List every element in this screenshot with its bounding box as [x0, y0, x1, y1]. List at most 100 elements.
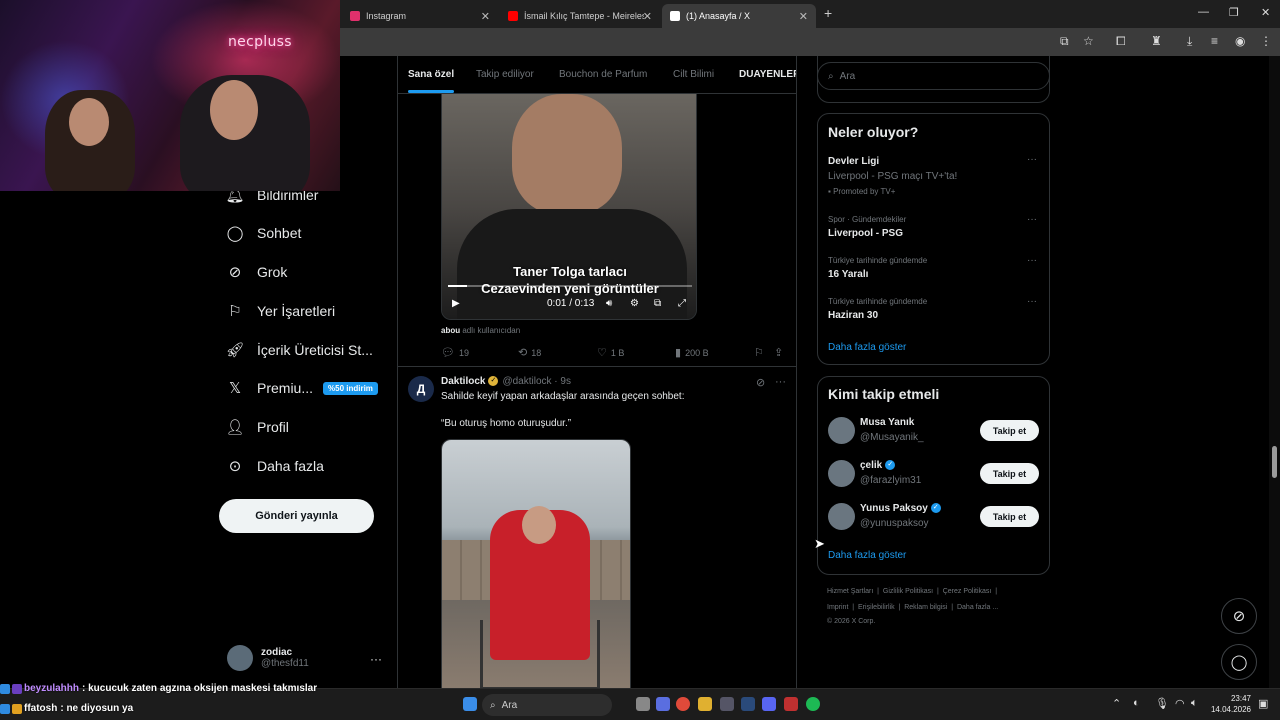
repost-button[interactable]: ⟲ 18 [518, 346, 541, 359]
tab-bouchon[interactable]: Bouchon de Parfum [559, 69, 647, 80]
avatar[interactable] [828, 417, 855, 444]
reply-button[interactable]: 💬︎ 19 [441, 346, 469, 359]
nav-item-chat[interactable]: ◯ Sohbet [226, 224, 302, 242]
settings-icon[interactable]: ⚙ [630, 298, 639, 309]
media-icon[interactable]: ≡ [1211, 34, 1218, 48]
suggested-user-name[interactable]: Yunus Paksoy ✓ [860, 503, 941, 514]
fullscreen-icon[interactable]: ⤢ [678, 298, 686, 309]
source-user-link[interactable]: abou [441, 326, 460, 335]
post-button[interactable]: Gönderi yayınla [219, 499, 374, 533]
trend-title[interactable]: Haziran 30 [828, 310, 878, 321]
suggested-user-name[interactable]: Musa Yanık [860, 417, 914, 428]
minimize-icon[interactable]: — [1198, 6, 1209, 18]
trend-title[interactable]: Devler Ligi [828, 156, 879, 167]
speaker-icon[interactable]: 🔈︎ [1191, 697, 1198, 710]
browser-tab-youtube[interactable]: İsmail Kılıç Tamtepe - Meireles f ✕ [500, 4, 660, 28]
nav-item-grok[interactable]: ⊘ Grok [226, 263, 288, 281]
footer-link[interactable]: Erişilebilirlik [858, 604, 895, 611]
scrollbar-thumb[interactable] [1272, 446, 1277, 478]
install-app-icon[interactable]: ⧉ [1060, 34, 1069, 49]
footer-link[interactable]: Hizmet Şartları [827, 588, 873, 595]
search-input[interactable]: ⌕ Ara [817, 62, 1050, 90]
discord-icon[interactable] [762, 697, 776, 711]
volume-icon[interactable]: 🔊︎ [606, 298, 612, 309]
close-icon[interactable]: ✕ [643, 10, 652, 23]
tray-app-icon[interactable]: ◐ [1133, 697, 1140, 709]
more-icon[interactable]: ··· [1027, 296, 1037, 307]
footer-link[interactable]: Gizlilik Politikası [883, 588, 933, 595]
nav-item-more[interactable]: ⊙ Daha fazla [226, 457, 324, 475]
menu-icon[interactable]: ⋮ [1260, 34, 1272, 48]
play-icon[interactable]: ▶ [452, 298, 460, 309]
grok-fab-icon[interactable]: ⊘ [1221, 598, 1257, 634]
tab-cilt-bilimi[interactable]: Cilt Bilimi [673, 69, 714, 80]
star-icon[interactable]: ☆ [1083, 34, 1094, 48]
more-icon[interactable]: ··· [775, 376, 786, 388]
nav-item-premium[interactable]: 𝕏 Premiu... %50 indirim [226, 379, 378, 397]
more-icon[interactable]: ··· [1027, 214, 1037, 225]
trend-title[interactable]: Liverpool - PSG [828, 228, 903, 239]
spotify-icon[interactable] [806, 697, 820, 711]
nav-item-creator-studio[interactable]: 🚀︎ İçerik Üreticisi St... [225, 341, 372, 359]
address-bar[interactable] [340, 28, 1280, 56]
tab-following[interactable]: Takip ediliyor [476, 69, 534, 80]
tab-for-you[interactable]: Sana özel [408, 69, 454, 80]
suggested-user-name[interactable]: çelik ✓ [860, 460, 896, 471]
more-icon[interactable]: ··· [370, 652, 382, 666]
file-explorer-icon[interactable] [698, 697, 712, 711]
avatar[interactable] [828, 460, 855, 487]
account-switcher[interactable]: zodiac @thesfd11 [227, 645, 309, 671]
wifi-icon[interactable]: ◠ [1175, 697, 1185, 710]
show-more-link[interactable]: Daha fazla göster [828, 342, 906, 353]
views-button[interactable]: ▮ 200 B [675, 346, 709, 359]
bookmark-button[interactable]: ⚐ [754, 346, 768, 359]
tab-duayenler[interactable]: DUAYENLER [739, 69, 796, 80]
footer-link[interactable]: Reklam bilgisi [904, 604, 947, 611]
taskbar-search[interactable]: ⌕ Ara [482, 694, 612, 716]
extensions-icon[interactable]: ⧠ [1116, 34, 1126, 49]
close-icon[interactable]: ✕ [799, 10, 808, 23]
avatar[interactable] [828, 503, 855, 530]
taskbar-clock[interactable]: 23:47 14.04.2026 [1205, 693, 1251, 715]
more-icon[interactable]: ··· [1027, 255, 1037, 266]
nav-item-bookmarks[interactable]: ⚐ Yer İşaretleri [226, 302, 335, 320]
messages-fab-icon[interactable]: ◯ [1221, 644, 1257, 680]
avatar[interactable]: Д [408, 376, 434, 402]
settings-icon[interactable] [720, 697, 734, 711]
follow-button[interactable]: Takip et [980, 506, 1039, 527]
tray-chevron-icon[interactable]: ⌃ [1112, 697, 1121, 710]
video-player[interactable]: Taner Tolga tarlacı Cezaevinden yeni gör… [441, 94, 697, 320]
notification-icon[interactable]: ▣ [1258, 697, 1268, 710]
footer-link[interactable]: Daha fazla ... [957, 604, 998, 611]
nav-item-profile[interactable]: 👤︎ Profil [225, 418, 288, 436]
windows-start-icon[interactable] [463, 697, 477, 711]
share-button[interactable]: ⇪ [774, 346, 787, 359]
extension-icon[interactable]: ♜ [1151, 34, 1162, 48]
browser-tab-instagram[interactable]: Instagram ✕ [342, 4, 498, 28]
footer-link[interactable]: Imprint [827, 604, 848, 611]
browser-tab-x[interactable]: (1) Anasayfa / X ✕ [662, 4, 816, 28]
post-author[interactable]: Daktilock ✓ @daktilock · 9s [441, 376, 571, 387]
app-icon[interactable] [656, 697, 670, 711]
steam-icon[interactable] [741, 697, 755, 711]
follow-button[interactable]: Takip et [980, 463, 1039, 484]
follow-button[interactable]: Takip et [980, 420, 1039, 441]
microphone-icon[interactable]: 🎙︎ [1155, 697, 1169, 710]
pip-icon[interactable]: ⧉ [654, 298, 661, 309]
profile-avatar-icon[interactable]: ◉ [1235, 34, 1245, 48]
window-close-icon[interactable]: ✕ [1261, 6, 1270, 19]
show-more-link[interactable]: Daha fazla göster [828, 550, 906, 561]
chrome-icon[interactable] [676, 697, 690, 711]
task-view-icon[interactable] [636, 697, 650, 711]
restore-icon[interactable]: ❐ [1229, 6, 1239, 19]
trend-title[interactable]: 16 Yaralı [828, 269, 868, 280]
grok-icon[interactable]: ⊘ [756, 376, 765, 389]
footer-link[interactable]: Çerez Politikası [943, 588, 992, 595]
like-button[interactable]: ♡ 1 B [597, 346, 624, 359]
download-icon[interactable]: ⤓ [1187, 34, 1192, 49]
new-tab-button[interactable]: + [824, 5, 832, 21]
post-photo[interactable] [441, 439, 631, 688]
video-progress-bar[interactable] [448, 285, 692, 287]
scrollbar[interactable] [1269, 56, 1280, 688]
app-icon[interactable] [784, 697, 798, 711]
